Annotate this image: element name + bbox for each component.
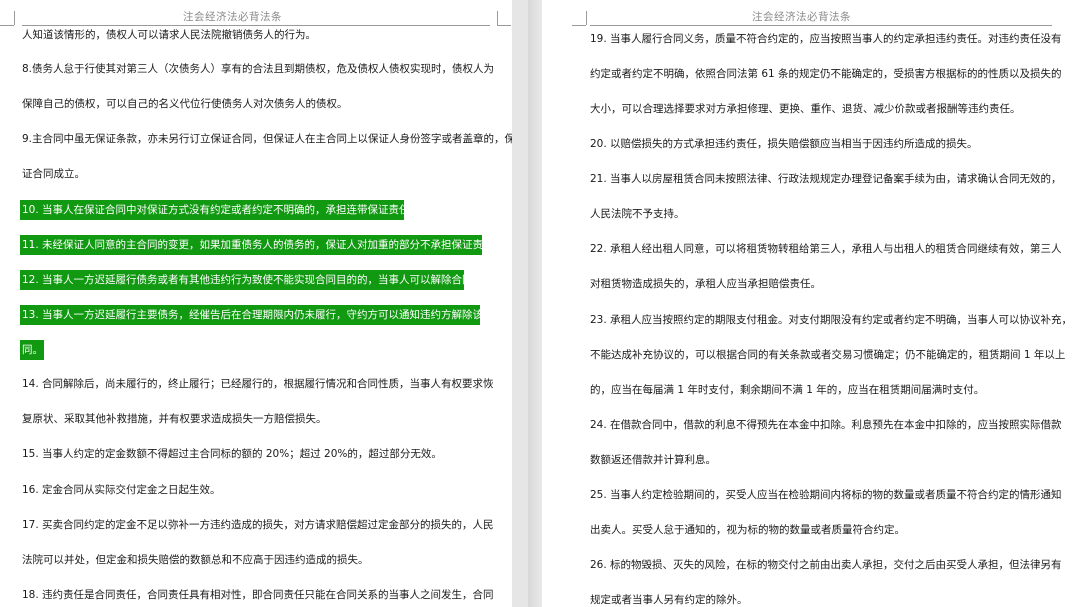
document-page-left[interactable]: 注会经济法必背法条 人知道该情形的，债权人可以请求人民法院撤销债务人的行为。 8… (0, 0, 512, 607)
paragraph-line: 26. 标的物毁损、灭失的风险，在标的物交付之前由出卖人承担，交付之后由买受人承… (590, 559, 1062, 571)
paragraph-line: 出卖人。买受人怠于通知的，视为标的物的数量或者质量符合约定。 (590, 524, 905, 536)
highlighted-line: 13. 当事人一方迟延履行主要债务，经催告后在合理期限内仍未履行，守约方可以通知… (22, 309, 494, 321)
paragraph-line: 19. 当事人履行合同义务，质量不符合约定的，应当按照当事人的约定承担违约责任。… (590, 33, 1062, 45)
paragraph-line: 9.主合同中虽无保证条款，亦未另行订立保证合同，但保证人在主合同上以保证人身份签… (22, 133, 512, 145)
paragraph-line: 的，应当在每届满 1 年时支付，剩余期间不满 1 年的，应当在租赁期间届满时支付… (590, 384, 985, 396)
paragraph-line: 16. 定金合同从实际交付定金之日起生效。 (22, 484, 221, 496)
paragraph-line: 21. 当事人以房屋租赁合同未按照法律、行政法规规定办理登记备案手续为由，请求确… (590, 173, 1062, 185)
paragraph-line: 不能达成补充协议的，可以根据合同的有关条款或者交易习惯确定；仍不能确定的，租赁期… (590, 349, 1066, 361)
paragraph-line: 人民法院不予支持。 (590, 208, 685, 220)
paragraph-line: 数额返还借款并计算利息。 (590, 454, 716, 466)
highlighted-line: 同。 (22, 344, 43, 356)
page-header-title: 注会经济法必背法条 (752, 11, 851, 23)
paragraph-line: 法院可以并处，但定金和损失赔偿的数额总和不应高于因违约造成的损失。 (22, 554, 369, 566)
crop-mark (497, 11, 498, 25)
paragraph-line: 证合同成立。 (22, 168, 85, 180)
document-page-right[interactable]: 注会经济法必背法条 19. 当事人履行合同义务，质量不符合约定的，应当按照当事人… (542, 0, 1080, 607)
paragraph-line: 对租赁物造成损失的，承租人应当承担赔偿责任。 (590, 278, 821, 290)
paragraph-line: 约定或者约定不明确，依照合同法第 61 条的规定仍不能确定的，受损害方根据标的的… (590, 68, 1062, 80)
paragraph-line: 保障自己的债权，可以自己的名义代位行使债务人对次债务人的债权。 (22, 98, 348, 110)
paragraph-line: 24. 在借款合同中，借款的利息不得预先在本金中扣除。利息预先在本金中扣除的，应… (590, 419, 1062, 431)
paragraph-line: 25. 当事人约定检验期间的，买受人应当在检验期间内将标的物的数量或者质量不符合… (590, 489, 1062, 501)
paragraph-line: 14. 合同解除后，尚未履行的，终止履行；已经履行的，根据履行情况和合同性质，当… (22, 378, 494, 390)
crop-mark (586, 11, 587, 25)
paragraph-line: 23. 承租人应当按照约定的期限支付租金。对支付期限没有约定或者约定不明确，当事… (590, 314, 1073, 326)
paragraph-line: 18. 违约责任是合同责任，合同责任具有相对性，即合同责任只能在合同关系的当事人… (22, 589, 494, 601)
crop-mark (572, 25, 586, 26)
paragraph-line: 20. 以赔偿损失的方式承担违约责任，损失赔偿额应当相当于因违约所造成的损失。 (590, 138, 978, 150)
paragraph-line: 17. 买卖合同约定的定金不足以弥补一方违约造成的损失，对方请求赔偿超过定金部分… (22, 519, 494, 531)
crop-mark (497, 25, 511, 26)
highlighted-line: 10. 当事人在保证合同中对保证方式没有约定或者约定不明确的，承担连带保证责任。 (22, 204, 421, 216)
crop-mark (14, 11, 15, 25)
header-divider (590, 25, 1052, 26)
paragraph-line: 15. 当事人约定的定金数额不得超过主合同标的额的 20%；超过 20%的，超过… (22, 448, 442, 460)
highlighted-line: 12. 当事人一方迟延履行债务或者有其他违约行为致使不能实现合同目的的，当事人可… (22, 274, 484, 286)
crop-mark (0, 25, 14, 26)
paragraph-line: 规定或者当事人另有约定的除外。 (590, 594, 748, 606)
header-divider (22, 25, 490, 26)
paragraph-line: 8.债务人怠于行使其对第三人（次债务人）享有的合法且到期债权，危及债权人债权实现… (22, 63, 495, 75)
paragraph-line: 22. 承租人经出租人同意，可以将租赁物转租给第三人，承租人与出租人的租赁合同继… (590, 243, 1062, 255)
page-header-title: 注会经济法必背法条 (183, 11, 282, 23)
highlighted-line: 11. 未经保证人同意的主合同的变更，如果加重债务人的债务的，保证人对加重的部分… (22, 239, 505, 251)
paragraph-line: 大小，可以合理选择要求对方承担修理、更换、重作、退货、减少价款或者报酬等违约责任… (590, 103, 1021, 115)
page-gutter-shadow (528, 0, 542, 607)
paragraph-line: 复原状、采取其他补救措施，并有权要求造成损失一方赔偿损失。 (22, 413, 327, 425)
paragraph-line: 人知道该情形的，债权人可以请求人民法院撤销债务人的行为。 (22, 29, 316, 41)
